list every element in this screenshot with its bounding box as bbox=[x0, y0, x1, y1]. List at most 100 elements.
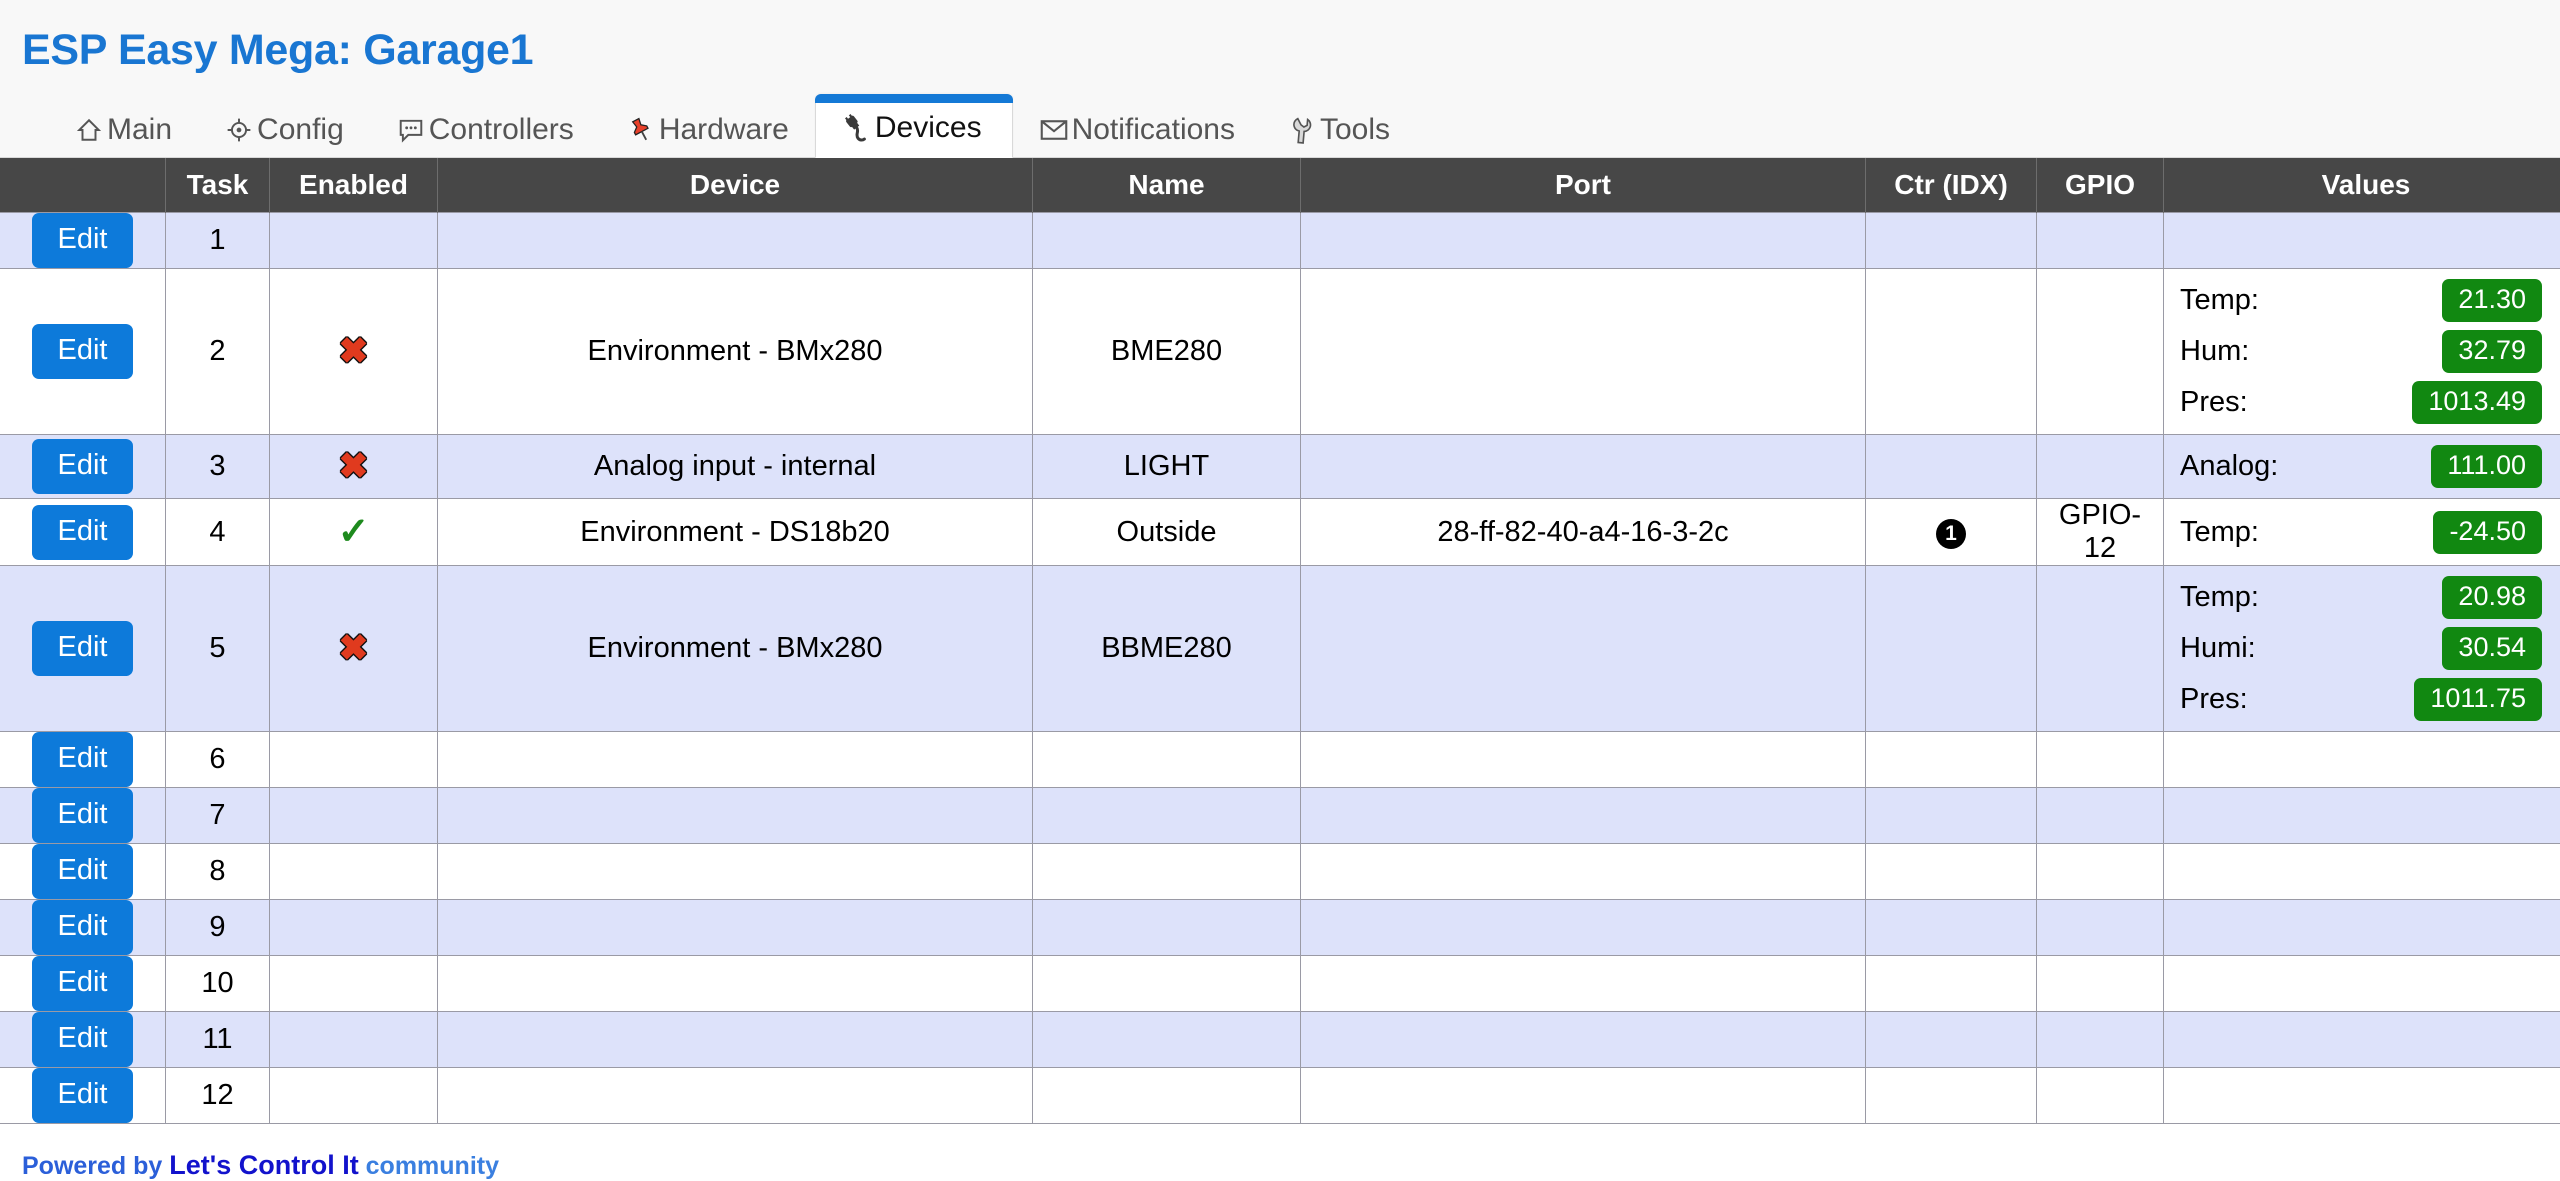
edit-button[interactable]: Edit bbox=[32, 732, 134, 787]
edit-button[interactable]: Edit bbox=[32, 844, 134, 899]
cell-values bbox=[2164, 900, 2560, 956]
cell-name bbox=[1033, 788, 1301, 844]
value-badge: 1013.49 bbox=[2412, 381, 2542, 424]
column-header-values: Values bbox=[2164, 158, 2560, 213]
cell-port bbox=[1301, 788, 1866, 844]
cell-gpio bbox=[2037, 1068, 2164, 1124]
check-icon: ✓ bbox=[338, 511, 370, 553]
edit-button[interactable]: Edit bbox=[32, 788, 134, 843]
cell-task: 2 bbox=[166, 269, 270, 435]
values-list: Temp:20.98Humi:30.54Pres:1011.75 bbox=[2170, 566, 2560, 731]
chat-icon bbox=[396, 115, 426, 145]
tab-controllers[interactable]: Controllers bbox=[370, 105, 600, 157]
cell-gpio bbox=[2037, 956, 2164, 1012]
cell-enabled bbox=[270, 1068, 438, 1124]
footer-powered-by: Powered by bbox=[22, 1152, 162, 1180]
cell-port bbox=[1301, 435, 1866, 499]
tab-hardware[interactable]: Hardware bbox=[600, 105, 815, 157]
cell-edit: Edit bbox=[0, 213, 166, 269]
cross-icon: ✖ bbox=[338, 445, 368, 486]
cell-values: Temp:-24.50 bbox=[2164, 499, 2560, 566]
value-label: Analog: bbox=[2180, 450, 2278, 483]
cell-device bbox=[438, 1068, 1033, 1124]
cell-values bbox=[2164, 213, 2560, 269]
cell-gpio bbox=[2037, 213, 2164, 269]
cell-port bbox=[1301, 213, 1866, 269]
table-row: Edit2✖Environment - BMx280BME280Temp:21.… bbox=[0, 269, 2560, 435]
table-row: Edit5✖Environment - BMx280BBME280Temp:20… bbox=[0, 566, 2560, 732]
cell-gpio: GPIO-12 bbox=[2037, 499, 2164, 566]
footer-brand-link[interactable]: Let's Control It bbox=[169, 1150, 358, 1180]
value-label: Temp: bbox=[2180, 516, 2259, 549]
edit-button[interactable]: Edit bbox=[32, 505, 134, 560]
tab-config[interactable]: Config bbox=[198, 105, 370, 157]
cell-port: 28-ff-82-40-a4-16-3-2c bbox=[1301, 499, 1866, 566]
table-row: Edit 12 bbox=[0, 1068, 2560, 1124]
value-badge: 21.30 bbox=[2442, 279, 2542, 322]
cell-name: Outside bbox=[1033, 499, 1301, 566]
cell-edit: Edit bbox=[0, 732, 166, 788]
tab-label: Config bbox=[257, 115, 344, 145]
cell-ctr-idx bbox=[1866, 435, 2037, 499]
cell-enabled: ✖ bbox=[270, 269, 438, 435]
cell-device bbox=[438, 956, 1033, 1012]
cell-values bbox=[2164, 1068, 2560, 1124]
tab-tools[interactable]: Tools bbox=[1261, 105, 1416, 157]
edit-button[interactable]: Edit bbox=[32, 900, 134, 955]
cell-port bbox=[1301, 956, 1866, 1012]
column-header-ctr-idx: Ctr (IDX) bbox=[1866, 158, 2037, 213]
tab-label: Notifications bbox=[1072, 115, 1235, 145]
tab-label: Hardware bbox=[659, 115, 789, 145]
table-row: Edit1 bbox=[0, 213, 2560, 269]
home-icon bbox=[74, 115, 104, 145]
cell-values: Temp:21.30Hum:32.79Pres:1013.49 bbox=[2164, 269, 2560, 435]
cell-enabled: ✖ bbox=[270, 435, 438, 499]
cell-port bbox=[1301, 1012, 1866, 1068]
cell-name bbox=[1033, 956, 1301, 1012]
cell-device bbox=[438, 213, 1033, 269]
cell-enabled: ✓ bbox=[270, 499, 438, 566]
cell-task: 12 bbox=[166, 1068, 270, 1124]
table-header-row: Task Enabled Device Name Port Ctr (IDX) … bbox=[0, 158, 2560, 213]
cell-task: 6 bbox=[166, 732, 270, 788]
edit-button[interactable]: Edit bbox=[32, 213, 134, 268]
value-label: Humi: bbox=[2180, 632, 2256, 665]
cell-enabled bbox=[270, 213, 438, 269]
cell-ctr-idx bbox=[1866, 1068, 2037, 1124]
tab-label: Devices bbox=[875, 113, 982, 143]
app-header: ESP Easy Mega: Garage1 MainConfigControl… bbox=[0, 0, 2560, 158]
cell-ctr-idx: 1 bbox=[1866, 499, 2037, 566]
value-badge: 32.79 bbox=[2442, 330, 2542, 373]
value-row: Analog:111.00 bbox=[2180, 445, 2542, 488]
edit-button[interactable]: Edit bbox=[32, 621, 134, 676]
value-row: Temp:-24.50 bbox=[2180, 511, 2542, 554]
cell-gpio bbox=[2037, 788, 2164, 844]
cell-name bbox=[1033, 900, 1301, 956]
cell-values: Analog:111.00 bbox=[2164, 435, 2560, 499]
cell-device bbox=[438, 1012, 1033, 1068]
edit-button[interactable]: Edit bbox=[32, 324, 134, 379]
cell-edit: Edit bbox=[0, 499, 166, 566]
tab-devices[interactable]: Devices bbox=[815, 94, 1013, 158]
cell-device bbox=[438, 900, 1033, 956]
tab-main[interactable]: Main bbox=[48, 105, 198, 157]
column-header-device: Device bbox=[438, 158, 1033, 213]
value-label: Temp: bbox=[2180, 581, 2259, 614]
values-list: Analog:111.00 bbox=[2170, 435, 2560, 498]
cell-enabled bbox=[270, 844, 438, 900]
devices-table-head: Task Enabled Device Name Port Ctr (IDX) … bbox=[0, 158, 2560, 213]
edit-button[interactable]: Edit bbox=[32, 1068, 134, 1123]
edit-button[interactable]: Edit bbox=[32, 1012, 134, 1067]
cell-gpio bbox=[2037, 732, 2164, 788]
tab-notifications[interactable]: Notifications bbox=[1013, 105, 1261, 157]
edit-button[interactable]: Edit bbox=[32, 439, 134, 494]
value-badge: 20.98 bbox=[2442, 576, 2542, 619]
value-badge: 1011.75 bbox=[2414, 678, 2542, 721]
edit-button[interactable]: Edit bbox=[32, 956, 134, 1011]
cell-device: Analog input - internal bbox=[438, 435, 1033, 499]
devices-table-body: Edit1Edit2✖Environment - BMx280BME280Tem… bbox=[0, 213, 2560, 1124]
cell-device: Environment - BMx280 bbox=[438, 269, 1033, 435]
cell-edit: Edit bbox=[0, 435, 166, 499]
cell-edit: Edit bbox=[0, 900, 166, 956]
wrench-icon bbox=[1287, 115, 1317, 145]
